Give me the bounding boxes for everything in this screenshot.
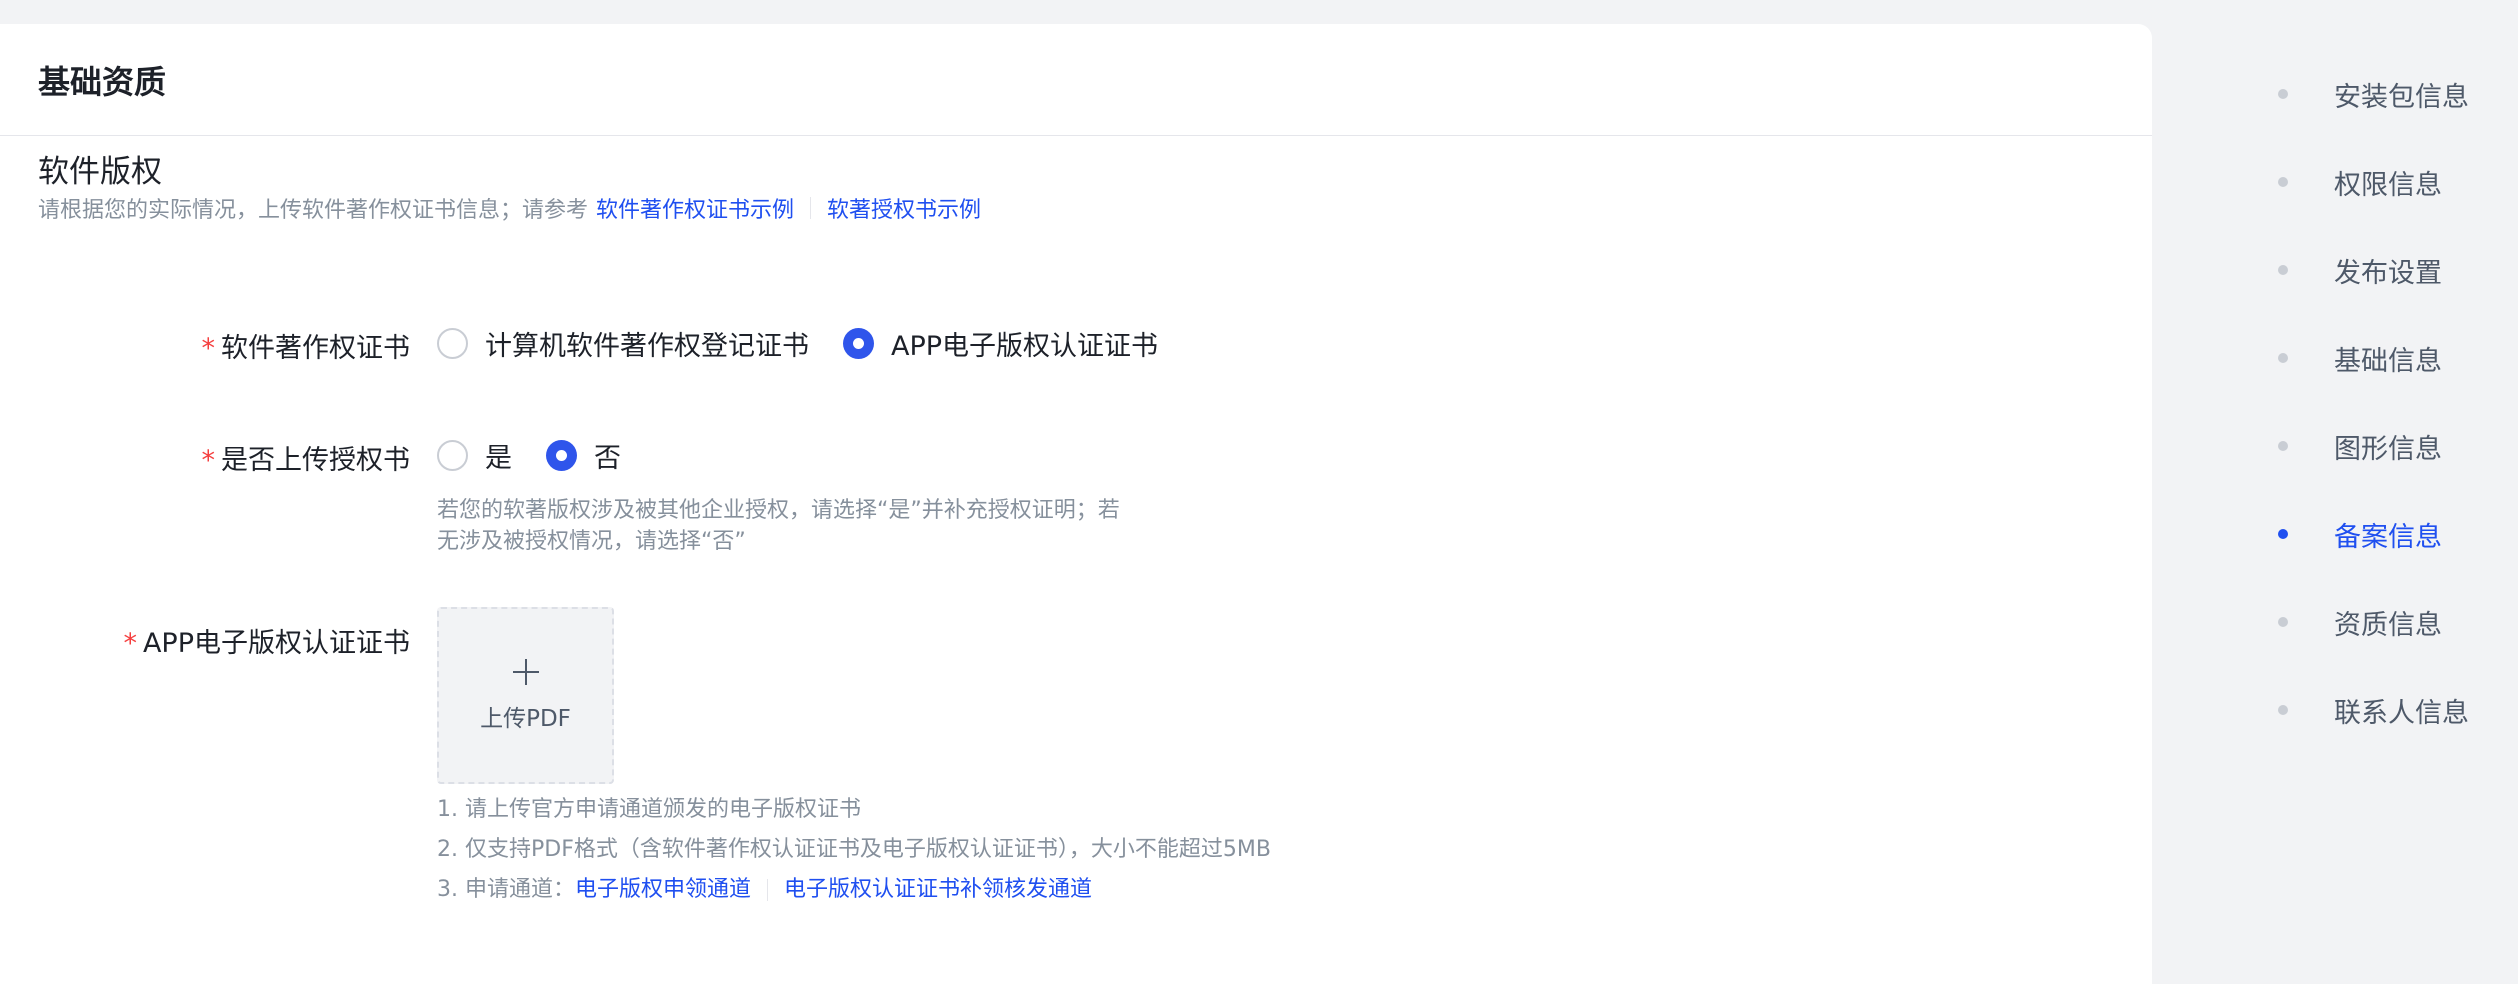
upload-notes: 1. 请上传官方申请通道颁发的电子版权证书 2. 仅支持PDF格式（含软件著作权… xyxy=(437,790,1271,910)
radio-computer-software-cert[interactable]: 计算机软件著作权登记证书 xyxy=(437,324,809,363)
required-mark: * xyxy=(201,445,216,476)
cert-type-radio-group: 计算机软件著作权登记证书 APP电子版权认证证书 xyxy=(437,324,1192,363)
link-divider xyxy=(810,197,812,219)
upload-auth-label: * 是否上传授权书 xyxy=(10,438,411,477)
link-divider xyxy=(767,879,768,901)
anchor-dot-icon xyxy=(2278,89,2288,99)
radio-unchecked-icon xyxy=(437,440,468,471)
card-title: 基础资质 xyxy=(38,62,167,101)
required-mark: * xyxy=(201,333,216,364)
radio-checked-icon xyxy=(843,328,874,359)
anchor-item-basic-info[interactable]: 基础信息 xyxy=(2270,314,2469,402)
copyright-reissue-link[interactable]: 电子版权认证证书补领核发通道 xyxy=(784,870,1092,910)
radio-no[interactable]: 否 xyxy=(546,436,621,475)
anchor-label: 备案信息 xyxy=(2334,521,2442,553)
radio-label: 计算机软件著作权登记证书 xyxy=(485,331,809,362)
app-cert-label-text: APP电子版权认证证书 xyxy=(142,628,410,659)
note-1: 1. 请上传官方申请通道颁发的电子版权证书 xyxy=(437,797,861,822)
radio-label: 是 xyxy=(485,443,512,474)
hint-line-1: 若您的软著版权涉及被其他企业授权，请选择“是”并补充授权证明；若 xyxy=(437,498,1120,523)
anchor-dot-icon xyxy=(2278,705,2288,715)
anchor-label: 权限信息 xyxy=(2334,169,2442,201)
anchor-item-graphic-info[interactable]: 图形信息 xyxy=(2270,402,2469,490)
upload-auth-label-text: 是否上传授权书 xyxy=(221,445,410,476)
anchor-dot-icon xyxy=(2278,353,2288,363)
hint-line-2: 无涉及被授权情况，请选择“否” xyxy=(437,529,746,554)
anchor-label: 安装包信息 xyxy=(2334,81,2469,113)
note-3-prefix: 3. 申请通道： xyxy=(437,877,575,902)
anchor-item-qualification-info[interactable]: 资质信息 xyxy=(2270,578,2469,666)
upload-auth-radio-group: 是 否 xyxy=(437,436,655,475)
anchor-label: 基础信息 xyxy=(2334,345,2442,377)
anchor-item-publish-settings[interactable]: 发布设置 xyxy=(2270,226,2469,314)
anchor-item-filing-info[interactable]: 备案信息 xyxy=(2270,490,2469,578)
radio-label: 否 xyxy=(594,443,621,474)
anchor-label: 图形信息 xyxy=(2334,433,2442,465)
cert-example-link[interactable]: 软件著作权证书示例 xyxy=(596,192,794,224)
upload-pdf-button[interactable]: 上传PDF xyxy=(437,607,614,784)
note-2: 2. 仅支持PDF格式（含软件著作权认证证书及电子版权认证证书），大小不能超过5… xyxy=(437,837,1271,862)
radio-checked-icon xyxy=(546,440,577,471)
radio-unchecked-icon xyxy=(437,328,468,359)
cert-type-row: * 软件著作权证书 计算机软件著作权登记证书 APP电子版权认证证书 xyxy=(0,324,1500,364)
cert-type-label-text: 软件著作权证书 xyxy=(221,333,410,364)
anchor-dot-icon xyxy=(2278,441,2288,451)
upload-pdf-label: 上传PDF xyxy=(480,705,571,732)
anchor-dot-icon xyxy=(2278,617,2288,627)
copyright-apply-link[interactable]: 电子版权申领通道 xyxy=(575,870,751,910)
required-mark: * xyxy=(123,628,137,659)
anchor-item-package-info[interactable]: 安装包信息 xyxy=(2270,50,2469,138)
radio-yes[interactable]: 是 xyxy=(437,436,512,475)
anchor-nav: 安装包信息 权限信息 发布设置 基础信息 图形信息 备案信息 资质信息 联系人信… xyxy=(2270,50,2469,754)
plus-icon xyxy=(512,658,539,685)
section-description: 请根据您的实际情况，上传软件著作权证书信息；请参考 软件著作权证书示例 软著授权… xyxy=(38,192,981,224)
cert-type-label: * 软件著作权证书 xyxy=(10,326,411,365)
anchor-item-permission-info[interactable]: 权限信息 xyxy=(2270,138,2469,226)
anchor-item-contact-info[interactable]: 联系人信息 xyxy=(2270,666,2469,754)
upload-auth-row: * 是否上传授权书 是 否 xyxy=(0,436,1500,476)
section-title: 软件版权 xyxy=(38,154,162,190)
radio-label: APP电子版权认证证书 xyxy=(891,331,1159,362)
app-cert-row: * APP电子版权认证证书 xyxy=(0,621,1500,661)
anchor-dot-icon xyxy=(2278,529,2288,539)
anchor-label: 资质信息 xyxy=(2334,609,2442,641)
radio-app-copyright-cert[interactable]: APP电子版权认证证书 xyxy=(843,324,1158,363)
note-3: 3. 申请通道： 电子版权申领通道 电子版权认证证书补领核发通道 xyxy=(437,870,1271,910)
anchor-dot-icon xyxy=(2278,265,2288,275)
anchor-dot-icon xyxy=(2278,177,2288,187)
app-cert-label: * APP电子版权认证证书 xyxy=(10,621,410,660)
anchor-label: 发布设置 xyxy=(2334,257,2442,289)
anchor-label: 联系人信息 xyxy=(2334,697,2469,729)
section-description-text: 请根据您的实际情况，上传软件著作权证书信息；请参考 xyxy=(38,198,589,223)
auth-example-link[interactable]: 软著授权书示例 xyxy=(827,192,981,224)
upload-auth-hint: 若您的软著版权涉及被其他企业授权，请选择“是”并补充授权证明；若 无涉及被授权情… xyxy=(437,495,1197,557)
card-header: 基础资质 xyxy=(0,24,2152,136)
